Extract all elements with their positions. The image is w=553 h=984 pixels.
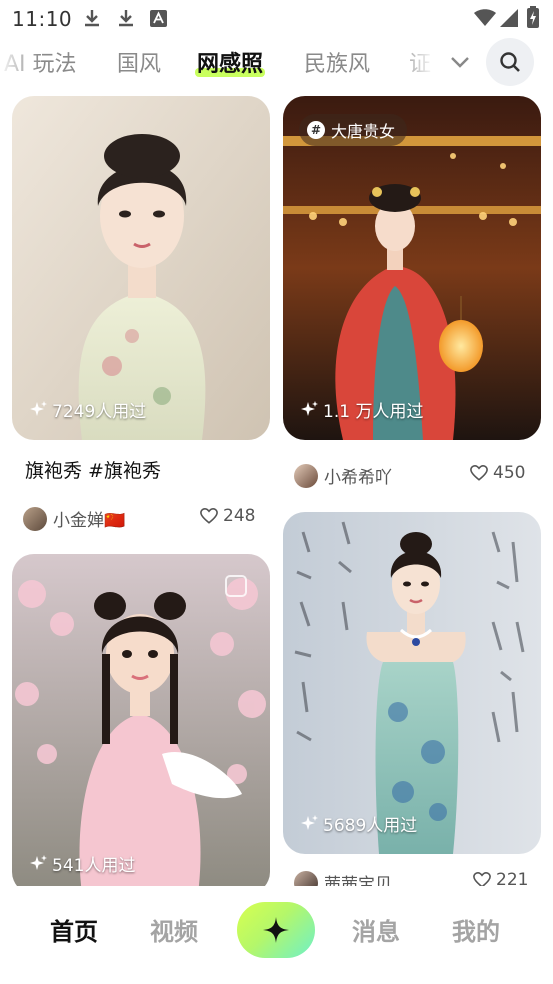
avatar	[294, 463, 318, 488]
card-title: 旗袍秀 #旗袍秀	[25, 460, 161, 482]
card-author[interactable]: 小希希吖	[294, 463, 392, 488]
sparkle-icon	[30, 854, 47, 870]
usage-badge: 541人用过	[30, 851, 135, 876]
category-tabs: AI 玩法 国风 网感照 民族风 证	[0, 36, 553, 88]
status-bar: 11:10	[0, 0, 553, 36]
card-image[interactable]: 5689人用过	[283, 512, 541, 854]
qipao-portrait-image	[12, 96, 270, 440]
child-hanfu-portrait-image	[12, 554, 270, 886]
usage-badge: 7249人用过	[30, 397, 146, 422]
tab-label: 网感照	[197, 52, 264, 77]
search-icon	[500, 52, 520, 72]
sparkle-icon	[301, 400, 318, 416]
card-author[interactable]: 小金婵🇨🇳	[23, 506, 125, 531]
sparkle-icon	[263, 917, 289, 943]
author-name: 小金婵🇨🇳	[53, 511, 126, 531]
tabs-fade-right	[395, 36, 435, 88]
nav-mine[interactable]: 我的	[452, 912, 500, 947]
heart-icon	[473, 871, 491, 886]
sparkle-icon	[301, 814, 318, 830]
author-name: 小希希吖	[324, 468, 392, 488]
feed-card[interactable]: # 大唐贵女 1.1 万人用过 小希希吖 450	[283, 96, 541, 491]
usage-count: 1.1 万人用过	[323, 402, 424, 422]
download-icon	[119, 10, 133, 27]
tab-wanggan-photo[interactable]: 网感照	[195, 46, 266, 78]
avatar	[294, 870, 318, 886]
like-count: 248	[223, 506, 256, 526]
usage-count: 7249人用过	[52, 402, 147, 422]
tang-dynasty-portrait-image	[283, 96, 541, 440]
feed-card[interactable]: 541人用过	[12, 554, 270, 886]
nav-video[interactable]: 视频	[150, 912, 198, 947]
topic-label: 大唐贵女	[331, 122, 396, 141]
topic-tag[interactable]: # 大唐贵女	[299, 114, 408, 146]
tab-ethnic-style[interactable]: 民族风	[304, 46, 370, 78]
signal-icon	[500, 9, 518, 27]
usage-count: 5689人用过	[323, 816, 418, 836]
app-notification-icon	[150, 10, 167, 27]
card-image[interactable]: 7249人用过	[12, 96, 270, 440]
feed-card[interactable]: 7249人用过 旗袍秀 #旗袍秀 小金婵🇨🇳 248	[12, 96, 270, 531]
author-name: 茜茜宝贝	[324, 875, 392, 886]
avatar	[23, 506, 47, 531]
blue-qipao-portrait-image	[283, 512, 541, 854]
chevron-down-icon[interactable]	[448, 50, 472, 74]
like-button[interactable]: 450	[470, 463, 525, 483]
status-time: 11:10	[12, 7, 73, 31]
battery-icon	[527, 6, 539, 28]
bottom-nav: 首页 视频 消息 我的	[0, 886, 553, 984]
feed-grid: 7249人用过 旗袍秀 #旗袍秀 小金婵🇨🇳 248 # 大唐贵女 1.1 万人…	[0, 88, 553, 886]
like-count: 450	[493, 463, 526, 483]
like-button[interactable]: 248	[200, 506, 255, 526]
hashtag-icon: #	[307, 121, 325, 139]
heart-icon	[470, 464, 488, 481]
tab-guofeng[interactable]: 国风	[117, 46, 161, 78]
card-image[interactable]: # 大唐贵女 1.1 万人用过	[283, 96, 541, 440]
download-icon	[85, 10, 99, 27]
tabs-fade-left	[0, 36, 40, 88]
like-button[interactable]: 221	[473, 870, 528, 886]
create-button[interactable]	[237, 902, 315, 958]
like-count: 221	[496, 870, 529, 886]
search-button[interactable]	[486, 38, 534, 86]
card-author[interactable]: 茜茜宝贝	[294, 870, 392, 886]
card-image[interactable]: 541人用过	[12, 554, 270, 886]
feed-card[interactable]: 5689人用过 茜茜宝贝 221	[283, 512, 541, 886]
nav-messages[interactable]: 消息	[352, 912, 400, 947]
usage-badge: 5689人用过	[301, 811, 417, 836]
heart-icon	[200, 507, 218, 524]
usage-badge: 1.1 万人用过	[301, 397, 423, 422]
usage-count: 541人用过	[52, 856, 136, 876]
sparkle-icon	[30, 400, 47, 416]
wifi-icon	[474, 9, 496, 26]
nav-home[interactable]: 首页	[50, 912, 98, 947]
